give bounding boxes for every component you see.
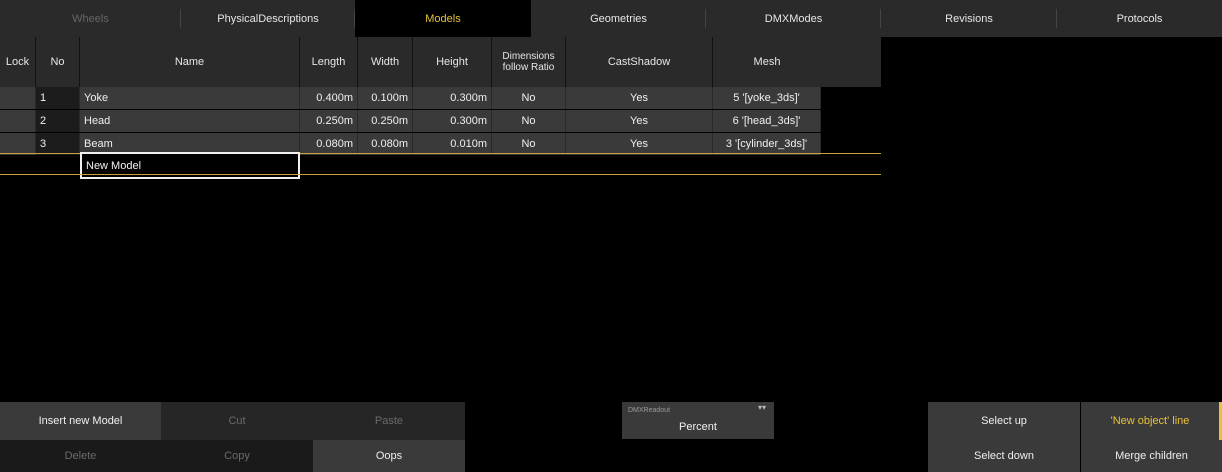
tab-wheels[interactable]: Wheels	[0, 0, 181, 37]
column-header-width[interactable]: Width	[358, 37, 413, 87]
width-cell[interactable]: 0.250m	[358, 110, 413, 132]
no-cell[interactable]: 2	[36, 110, 80, 132]
lock-cell[interactable]	[0, 87, 36, 109]
merge-children-button[interactable]: Merge children	[1081, 440, 1222, 472]
table-header: Lock No Name Length Width Height Dimensi…	[0, 37, 881, 87]
height-cell[interactable]: 0.010m	[413, 133, 492, 155]
lock-cell[interactable]	[0, 133, 36, 155]
height-cell[interactable]: 0.300m	[413, 87, 492, 109]
column-header-dimensions-follow-ratio[interactable]: Dimensions follow Ratio	[492, 37, 566, 87]
tab-physical-descriptions[interactable]: PhysicalDescriptions	[181, 0, 355, 37]
dimensions-cell[interactable]: No	[492, 87, 566, 109]
width-cell[interactable]: 0.080m	[358, 133, 413, 155]
column-header-castshadow[interactable]: CastShadow	[566, 37, 713, 87]
dimensions-header-line2: follow Ratio	[502, 62, 555, 73]
column-header-mesh[interactable]: Mesh	[713, 37, 821, 87]
delete-button[interactable]: Delete	[0, 440, 161, 472]
mesh-cell[interactable]: 6 '[head_3ds]'	[713, 110, 821, 132]
tab-bar: Wheels PhysicalDescriptions Models Geome…	[0, 0, 1222, 37]
width-cell[interactable]: 0.100m	[358, 87, 413, 109]
oops-button[interactable]: Oops	[313, 440, 465, 472]
select-down-button[interactable]: Select down	[928, 440, 1080, 472]
table-row[interactable]: 1 Yoke 0.400m 0.100m 0.300m No Yes 5 '[y…	[0, 87, 881, 109]
table-row[interactable]: 2 Head 0.250m 0.250m 0.300m No Yes 6 '[h…	[0, 110, 881, 132]
lock-cell[interactable]	[0, 110, 36, 132]
cut-button[interactable]: Cut	[161, 402, 313, 440]
dmx-readout-value: Percent	[679, 421, 717, 433]
new-object-line-button[interactable]: 'New object' line	[1081, 402, 1222, 440]
dimensions-header-line1: Dimensions	[502, 51, 555, 62]
column-header-length[interactable]: Length	[300, 37, 358, 87]
tab-dmxmodes[interactable]: DMXModes	[706, 0, 881, 37]
chevron-down-icon: ▾▾	[757, 403, 766, 412]
tab-protocols[interactable]: Protocols	[1057, 0, 1222, 37]
insert-new-model-button[interactable]: Insert new Model	[0, 402, 161, 440]
no-cell[interactable]: 3	[36, 133, 80, 155]
mesh-cell[interactable]: 3 '[cylinder_3ds]'	[713, 133, 821, 155]
no-cell[interactable]: 1	[36, 87, 80, 109]
length-cell[interactable]: 0.080m	[300, 133, 358, 155]
select-up-button[interactable]: Select up	[928, 402, 1080, 440]
column-header-name[interactable]: Name	[80, 37, 300, 87]
copy-button[interactable]: Copy	[161, 440, 313, 472]
mesh-cell[interactable]: 5 '[yoke_3ds]'	[713, 87, 821, 109]
tab-geometries[interactable]: Geometries	[531, 0, 706, 37]
castshadow-cell[interactable]: Yes	[566, 110, 713, 132]
new-row-bottom-line	[0, 174, 881, 175]
column-header-height[interactable]: Height	[413, 37, 492, 87]
castshadow-cell[interactable]: Yes	[566, 87, 713, 109]
tab-revisions[interactable]: Revisions	[881, 0, 1057, 37]
height-cell[interactable]: 0.300m	[413, 110, 492, 132]
castshadow-cell[interactable]: Yes	[566, 133, 713, 155]
length-cell[interactable]: 0.250m	[300, 110, 358, 132]
dimensions-cell[interactable]: No	[492, 133, 566, 155]
name-cell[interactable]: Yoke	[80, 87, 300, 109]
dimensions-cell[interactable]: No	[492, 110, 566, 132]
column-header-lock[interactable]: Lock	[0, 37, 36, 87]
column-header-no[interactable]: No	[36, 37, 80, 87]
dmx-readout-label: DMXReadout	[628, 407, 671, 414]
dmx-readout-select[interactable]: DMXReadout ▾▾ Percent	[622, 402, 774, 439]
name-cell[interactable]: Head	[80, 110, 300, 132]
length-cell[interactable]: 0.400m	[300, 87, 358, 109]
tab-models[interactable]: Models	[355, 0, 531, 37]
paste-button[interactable]: Paste	[313, 402, 465, 440]
